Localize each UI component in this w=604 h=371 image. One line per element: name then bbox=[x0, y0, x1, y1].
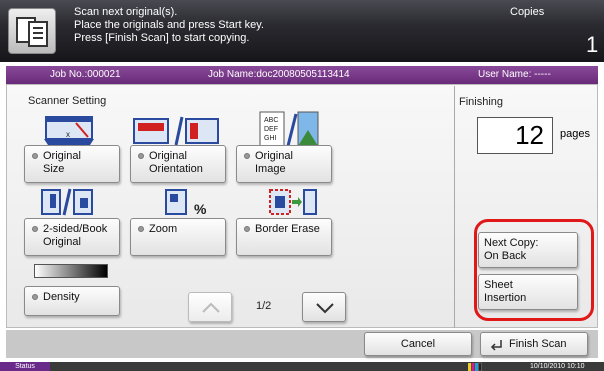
duplex-icon bbox=[40, 188, 94, 221]
chevron-up-icon bbox=[202, 302, 220, 313]
pages-unit-label: pages bbox=[560, 128, 590, 140]
svg-text:ABC: ABC bbox=[264, 117, 278, 124]
zoom-label: Zoom bbox=[149, 223, 178, 235]
sheet-insertion-label-2: Insertion bbox=[484, 292, 527, 304]
user-name: User Name: ----- bbox=[478, 69, 551, 80]
mode-label: Copies bbox=[510, 6, 545, 18]
border-erase-label: Border Erase bbox=[255, 223, 320, 235]
density-gradient-icon bbox=[34, 264, 108, 278]
job-number: Job No.:000021 bbox=[50, 69, 121, 80]
enter-icon bbox=[490, 340, 502, 351]
svg-text:x: x bbox=[66, 130, 70, 139]
status-button[interactable]: Status bbox=[0, 362, 50, 371]
finish-scan-button[interactable]: Finish Scan bbox=[480, 332, 588, 356]
duplex-book-original-button[interactable]: 2-sided/Book Original bbox=[24, 218, 120, 256]
duplex-label-2: Original bbox=[43, 236, 81, 248]
sheet-insertion-button[interactable]: Sheet Insertion bbox=[478, 274, 578, 310]
original-image-label-2: Image bbox=[255, 163, 286, 175]
copy-mode-icon bbox=[8, 8, 56, 54]
zoom-icon bbox=[164, 188, 216, 221]
page-down-button[interactable] bbox=[302, 292, 346, 322]
zoom-button[interactable]: Zoom bbox=[130, 218, 226, 256]
zoom-percent-symbol: % bbox=[194, 201, 207, 217]
indicator-dot bbox=[244, 153, 250, 159]
toner-level-icon bbox=[468, 362, 482, 371]
density-button[interactable]: Density bbox=[24, 286, 120, 316]
page-up-button[interactable] bbox=[188, 292, 232, 322]
copy-screen: Scan next original(s). Place the origina… bbox=[0, 0, 604, 371]
indicator-dot bbox=[138, 153, 144, 159]
border-erase-icon bbox=[268, 188, 318, 221]
pages-value: 12 bbox=[477, 117, 553, 154]
indicator-dot bbox=[138, 226, 144, 232]
indicator-dot bbox=[32, 153, 38, 159]
message-line-2: Place the originals and press Start key. bbox=[74, 19, 264, 31]
indicator-dot bbox=[32, 294, 38, 300]
original-image-label-1: Original bbox=[255, 150, 293, 162]
finish-scan-label: Finish Scan bbox=[509, 338, 567, 350]
indicator-dot bbox=[32, 226, 38, 232]
original-size-label-2: Size bbox=[43, 163, 65, 175]
original-orientation-label-1: Original bbox=[149, 150, 187, 162]
indicator-dot bbox=[244, 226, 250, 232]
border-erase-button[interactable]: Border Erase bbox=[236, 218, 332, 256]
page-indicator: 1/2 bbox=[256, 300, 272, 312]
sheet-insertion-label-1: Sheet bbox=[484, 279, 513, 291]
next-copy-on-back-button[interactable]: Next Copy: On Back bbox=[478, 232, 578, 268]
job-name: Job Name:doc20080505113414 bbox=[208, 69, 350, 80]
status-message: Scan next original(s). Place the origina… bbox=[74, 6, 264, 45]
next-copy-label-1: Next Copy: bbox=[484, 237, 539, 249]
original-size-button[interactable]: Original Size bbox=[24, 145, 120, 183]
scanner-setting-title: Scanner Setting bbox=[28, 95, 107, 107]
datetime-display: 10/10/2010 10:10 bbox=[530, 363, 585, 370]
cancel-button[interactable]: Cancel bbox=[364, 332, 472, 356]
original-orientation-label-2: Orientation bbox=[149, 163, 203, 175]
svg-text:GHI: GHI bbox=[264, 135, 277, 142]
status-bar bbox=[0, 362, 604, 371]
copy-count: 1 bbox=[586, 32, 599, 57]
density-label: Density bbox=[43, 291, 80, 303]
next-copy-label-2: On Back bbox=[484, 250, 527, 262]
original-size-label-1: Original bbox=[43, 150, 81, 162]
chevron-down-icon bbox=[316, 303, 334, 314]
original-image-button[interactable]: Original Image bbox=[236, 145, 332, 183]
svg-text:DEF: DEF bbox=[264, 126, 278, 133]
cancel-label: Cancel bbox=[400, 338, 436, 350]
header-bar: Scan next original(s). Place the origina… bbox=[0, 0, 604, 62]
original-orientation-button[interactable]: Original Orientation bbox=[130, 145, 226, 183]
panel-divider bbox=[454, 86, 455, 328]
message-line-3: Press [Finish Scan] to start copying. bbox=[74, 32, 250, 44]
message-line-1: Scan next original(s). bbox=[74, 6, 178, 18]
duplex-label-1: 2-sided/Book bbox=[43, 223, 108, 235]
finishing-title: Finishing bbox=[459, 96, 504, 108]
job-info-bar: Job No.:000021 Job Name:doc2008050511341… bbox=[6, 66, 598, 84]
